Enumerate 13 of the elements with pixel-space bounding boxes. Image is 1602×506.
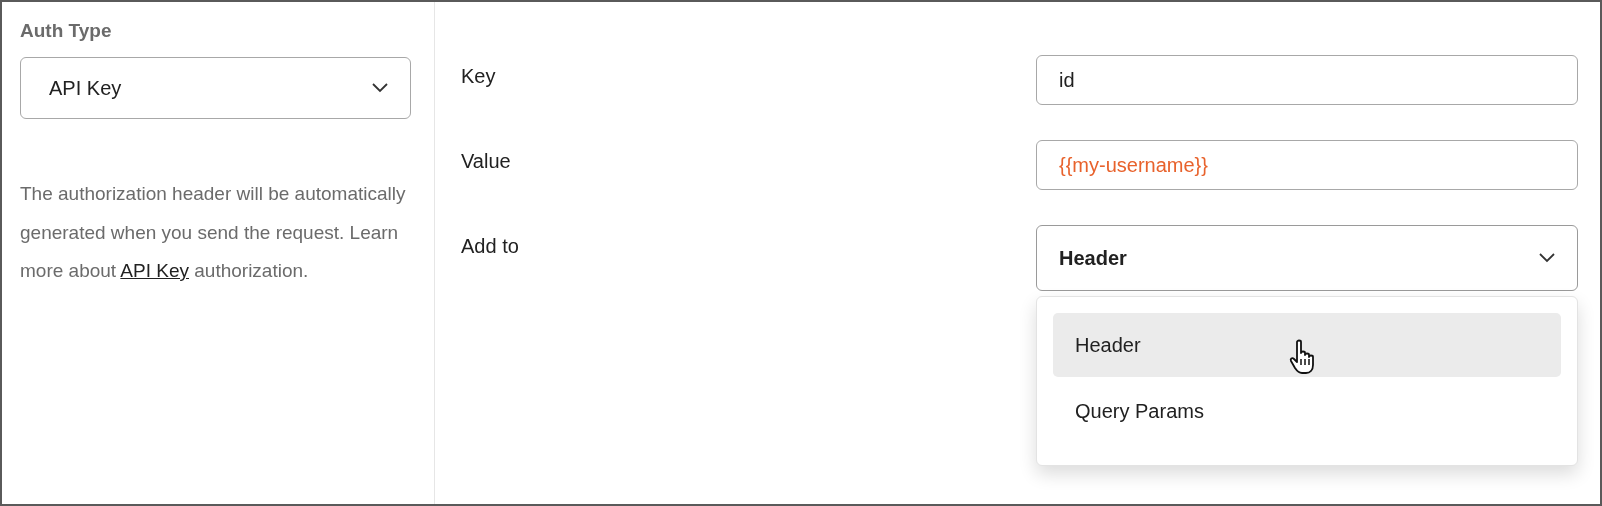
field-label: Add to xyxy=(461,234,519,258)
chevron-down-icon xyxy=(372,83,388,93)
api-key-link[interactable]: API Key xyxy=(120,260,189,281)
menu-item[interactable]: Header xyxy=(1053,313,1561,377)
field-label: Value xyxy=(461,149,511,173)
auth-type-select[interactable]: API Key xyxy=(20,57,411,119)
text-field[interactable]: id xyxy=(1036,55,1578,105)
chevron-down-icon xyxy=(1539,253,1555,263)
auth-type-label: Auth Type xyxy=(20,20,113,43)
field-label: Key xyxy=(461,64,496,88)
add-to-select[interactable]: Header xyxy=(1036,225,1578,291)
description-text: The authorization header will be automatically generated when you send the request. Learn more about API Key authorization. xyxy=(20,182,407,283)
menu-item[interactable]: Query Params xyxy=(1053,379,1561,443)
